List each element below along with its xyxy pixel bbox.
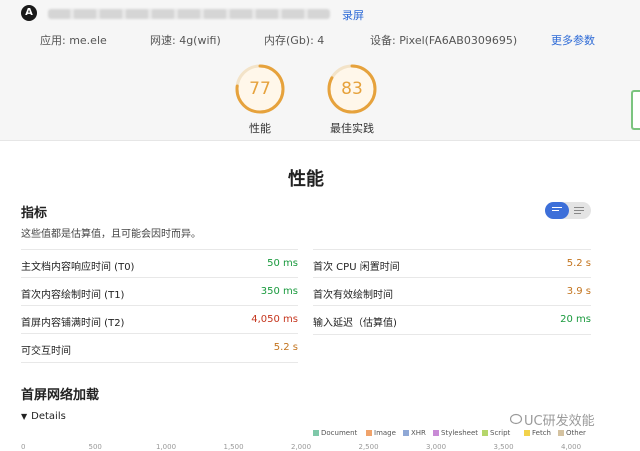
blurred-url	[48, 9, 330, 19]
timeline-tick-label: 500	[88, 443, 102, 451]
legend-swatch	[366, 430, 372, 436]
best-practices-score: 83	[341, 79, 363, 99]
wechat-icon	[510, 413, 523, 425]
metric-label: 首次 CPU 闲置时间	[313, 262, 400, 273]
metric-label: 首次内容绘制时间 (T1)	[21, 290, 125, 301]
timeline-tick-label: 0	[21, 443, 26, 451]
legend-item: Other	[558, 429, 586, 437]
details-toggle[interactable]: ▼ Details	[21, 411, 66, 422]
network-heading: 首屏网络加载	[21, 388, 100, 403]
performance-score: 77	[249, 79, 271, 99]
metric-row: 主文档内容响应时间 (T0) 50 ms	[21, 249, 298, 278]
watermark: UC研发效能	[524, 414, 595, 429]
page-title: 性能	[288, 169, 324, 190]
meta-app: 应用: me.ele	[40, 34, 107, 47]
timeline-tick-label: 3,000	[426, 443, 447, 451]
legend-item: Stylesheet	[433, 429, 478, 437]
record-link[interactable]: 录屏	[342, 7, 364, 23]
metrics-description: 这些值都是估算值，且可能会因时而异。	[21, 229, 201, 240]
metric-value: 20 ms	[560, 314, 591, 325]
legend-item: Document	[313, 429, 357, 437]
legend-swatch	[433, 430, 439, 436]
metric-value: 4,050 ms	[251, 314, 298, 325]
performance-score-gauge[interactable]: 77	[234, 63, 286, 115]
legend-swatch	[558, 430, 564, 436]
legend-label: Fetch	[532, 429, 551, 437]
legend-label: Other	[566, 429, 586, 437]
metric-row: 首次内容绘制时间 (T1) 350 ms	[21, 277, 298, 306]
legend-label: Script	[490, 429, 511, 437]
metric-label: 输入延迟（估算值)	[313, 318, 397, 329]
legend-swatch	[313, 430, 319, 436]
metric-row: 输入延迟（估算值) 20 ms	[313, 305, 591, 335]
meta-memory: 内存(Gb): 4	[264, 34, 325, 47]
metrics-heading: 指标	[21, 206, 48, 221]
metric-row: 首次 CPU 闲置时间 5.2 s	[313, 249, 591, 278]
legend-swatch	[403, 430, 409, 436]
legend-label: Document	[321, 429, 358, 437]
timeline-tick-label: 3,500	[493, 443, 514, 451]
metric-value: 3.9 s	[566, 286, 591, 297]
metric-value: 5.2 s	[273, 342, 298, 353]
timeline-tick-label: 1,500	[223, 443, 244, 451]
legend-label: Stylesheet	[441, 429, 479, 437]
metric-label: 可交互时间	[21, 346, 71, 357]
metric-value: 350 ms	[260, 286, 298, 297]
best-practices-score-gauge[interactable]: 83	[326, 63, 378, 115]
performance-score-label: 性能	[249, 122, 271, 135]
legend-item: XHR	[403, 429, 426, 437]
timeline-tick-label: 4,000	[561, 443, 582, 451]
metric-label: 首次有效绘制时间	[313, 290, 393, 301]
legend-swatch	[482, 430, 488, 436]
view-toggle[interactable]	[545, 202, 591, 219]
best-practices-score-label: 最佳实践	[330, 122, 374, 135]
details-label: Details	[31, 411, 66, 422]
legend-label: XHR	[411, 429, 426, 437]
metric-label: 主文档内容响应时间 (T0)	[21, 262, 135, 273]
app-logo: A	[21, 5, 37, 21]
metric-value: 50 ms	[267, 258, 298, 269]
meta-network: 网速: 4g(wifi)	[150, 34, 221, 47]
legend-swatch	[524, 430, 530, 436]
timeline-tick-label: 2,500	[358, 443, 379, 451]
metric-row: 首次有效绘制时间 3.9 s	[313, 277, 591, 306]
timeline-tick-label: 1,000	[156, 443, 177, 451]
metric-label: 首屏内容铺满时间 (T2)	[21, 318, 125, 329]
legend-item: Script	[482, 429, 510, 437]
legend-item: Image	[366, 429, 396, 437]
metric-row: 可交互时间 5.2 s	[21, 333, 298, 363]
legend-item: Fetch	[524, 429, 551, 437]
metric-value: 5.2 s	[566, 258, 591, 269]
meta-device: 设备: Pixel(FA6AB0309695)	[370, 34, 518, 47]
more-params-link[interactable]: 更多参数	[551, 32, 595, 48]
compact-view-icon	[552, 207, 562, 213]
metric-row: 首屏内容铺满时间 (T2) 4,050 ms	[21, 305, 298, 334]
timeline-tick-label: 2,000	[291, 443, 312, 451]
side-handle[interactable]	[631, 90, 640, 130]
legend-label: Image	[374, 429, 396, 437]
triangle-down-icon: ▼	[21, 412, 28, 421]
expanded-view-icon	[574, 207, 584, 216]
